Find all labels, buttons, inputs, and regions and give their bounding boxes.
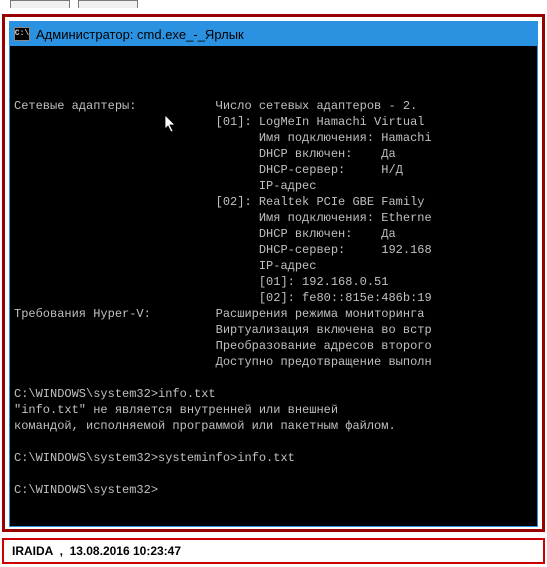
window-title: Администратор: cmd.exe_-_Ярлык [36, 27, 244, 42]
tab-fragment [10, 0, 70, 8]
caption-time: 10:23:47 [133, 544, 181, 558]
caption-date: 13.08.2016 [70, 544, 130, 558]
screenshot-frame: C:\ Администратор: cmd.exe_-_Ярлык Сетев… [2, 14, 545, 532]
console-line: C:\WINDOWS\system32>systeminfo>info.txt [14, 450, 537, 466]
titlebar[interactable]: C:\ Администратор: cmd.exe_-_Ярлык [10, 22, 537, 46]
caption-sep: , [60, 544, 63, 558]
caption-author: IRAIDA [12, 544, 53, 558]
console-line: DHCP-сервер: 192.168 [14, 242, 537, 258]
console-line: [01]: LogMeIn Hamachi Virtual [14, 114, 537, 130]
console-line: [02]: fe80::815e:486b:19 [14, 290, 537, 306]
browser-tabs-hint [0, 0, 547, 10]
cmd-icon: C:\ [14, 27, 30, 41]
console-output[interactable]: Сетевые адаптеры: Число сетевых адаптеро… [10, 46, 537, 526]
console-line: IP-адрес [14, 258, 537, 274]
console-line: DHCP включен: Да [14, 146, 537, 162]
console-line: Доступно предотвращение выполн [14, 354, 537, 370]
console-line: Имя подключения: Etherne [14, 210, 537, 226]
console-line: [01]: 192.168.0.51 [14, 274, 537, 290]
console-line: "info.txt" не является внутренней или вн… [14, 402, 537, 418]
console-line [14, 466, 537, 482]
console-line: командой, исполняемой программой или пак… [14, 418, 537, 434]
console-line: DHCP-сервер: Н/Д [14, 162, 537, 178]
console-line: Виртуализация включена во встр [14, 322, 537, 338]
console-line: Требования Hyper-V: Расширения режима мо… [14, 306, 537, 322]
tab-fragment [78, 0, 138, 8]
console-line: Имя подключения: Hamachi [14, 130, 537, 146]
console-line [14, 370, 537, 386]
cmd-window: C:\ Администратор: cmd.exe_-_Ярлык Сетев… [9, 21, 538, 527]
console-line: Сетевые адаптеры: Число сетевых адаптеро… [14, 98, 537, 114]
console-line: C:\WINDOWS\system32>info.txt [14, 386, 537, 402]
console-line: DHCP включен: Да [14, 226, 537, 242]
console-line [14, 434, 537, 450]
caption-bar: IRAIDA , 13.08.2016 10:23:47 [2, 538, 545, 564]
console-line: C:\WINDOWS\system32> [14, 482, 537, 498]
console-line: [02]: Realtek PCIe GBE Family [14, 194, 537, 210]
console-line: IP-адрес [14, 178, 537, 194]
console-line: Преобразование адресов второго [14, 338, 537, 354]
